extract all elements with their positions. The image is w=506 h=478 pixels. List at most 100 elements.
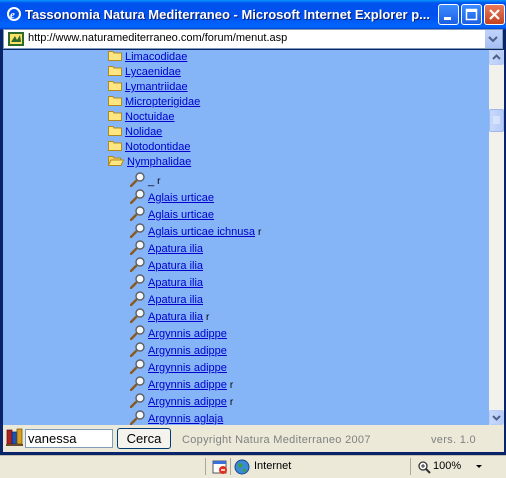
search-input[interactable] <box>25 429 113 448</box>
tree-species-link[interactable]: Aglais urticae <box>148 192 214 204</box>
minimize-icon <box>444 17 451 20</box>
close-icon <box>489 9 500 20</box>
tree-folder-item[interactable]: Nymphalidae <box>107 155 191 170</box>
magnifier-icon <box>129 325 146 341</box>
tree-species-item[interactable]: Argynnis adippe <box>129 325 227 342</box>
magnifier-icon <box>129 291 146 307</box>
magnifier-icon <box>129 359 146 375</box>
tree-species-link[interactable]: Argynnis adippe <box>148 328 227 340</box>
tree-species-item[interactable]: Aglais urticae ichnusa r <box>129 223 261 240</box>
zoom-icon[interactable] <box>417 460 431 474</box>
grip-icon <box>493 116 500 124</box>
tree-species-item[interactable]: Apatura ilia <box>129 274 203 291</box>
status-divider <box>410 458 411 475</box>
address-dropdown-button[interactable] <box>484 30 502 48</box>
chevron-down-icon <box>492 415 501 421</box>
window-title: Tassonomia Natura Mediterraneo - Microso… <box>25 7 430 22</box>
tree-species-link[interactable]: Aglais urticae ichnusa <box>148 226 255 238</box>
tree-species-link[interactable]: Argynnis adippe <box>148 345 227 357</box>
status-divider <box>230 458 231 475</box>
magnifier-icon <box>129 189 146 205</box>
magnifier-icon <box>129 172 146 188</box>
search-button[interactable]: Cerca <box>117 428 171 449</box>
internet-explorer-icon: e <box>7 7 21 21</box>
tree-folder-link[interactable]: Limacodidae <box>125 51 187 63</box>
tree-species-item[interactable]: Argynnis adippe <box>129 359 227 376</box>
address-url: http://www.naturamediterraneo.com/forum/… <box>28 32 288 44</box>
globe-icon <box>234 459 250 475</box>
tree-folder-item[interactable]: Lycaenidae <box>108 65 181 80</box>
tree-folder-item[interactable]: Nolidae <box>108 125 162 140</box>
tree-species-link[interactable]: Argynnis aglaja <box>148 413 223 425</box>
tree-folder-link[interactable]: Notodontidae <box>125 141 190 153</box>
tree-species-item[interactable]: Argynnis adippe r <box>129 393 234 410</box>
tree-folder-item[interactable]: Lymantriidae <box>108 80 188 95</box>
tree-species-item[interactable]: Argynnis adippe <box>129 342 227 359</box>
tree-species-link[interactable]: Argynnis adippe <box>148 379 227 391</box>
tree-species-item[interactable]: Apatura ilia <box>129 291 203 308</box>
tree-species-link[interactable]: Apatura ilia <box>148 311 203 323</box>
folder-icon <box>108 65 122 76</box>
magnifier-icon <box>129 274 146 290</box>
folder-icon <box>108 125 122 136</box>
tree-species-item[interactable]: _ r <box>129 172 161 189</box>
tree-species-link[interactable]: Apatura ilia <box>148 243 203 255</box>
folder-icon <box>108 140 122 151</box>
magnifier-icon <box>129 240 146 256</box>
chevron-up-icon <box>492 54 501 60</box>
close-button[interactable] <box>484 4 505 25</box>
tree-folder-item[interactable]: Micropterigidae <box>108 95 200 110</box>
tree-species-link[interactable]: Argynnis adippe <box>148 362 227 374</box>
tree-folder-link[interactable]: Noctuidae <box>125 111 175 123</box>
books-icon <box>6 428 23 446</box>
tree-species-item[interactable]: Aglais urticae <box>129 206 214 223</box>
minimize-button[interactable] <box>438 4 459 25</box>
magnifier-icon <box>129 342 146 358</box>
tree-folder-item[interactable]: Limacodidae <box>108 50 187 65</box>
tree-folder-item[interactable]: Notodontidae <box>108 140 190 155</box>
tree-species-item[interactable]: Argynnis adippe r <box>129 376 233 393</box>
species-flag: r <box>157 176 161 187</box>
address-bar[interactable]: http://www.naturamediterraneo.com/forum/… <box>3 29 503 49</box>
tree-folder-item[interactable]: Noctuidae <box>108 110 175 125</box>
folder-icon <box>108 95 122 106</box>
scroll-thumb[interactable] <box>489 109 504 132</box>
title-bar[interactable]: e Tassonomia Natura Mediterraneo - Micro… <box>0 0 506 30</box>
status-bar: Internet 100% <box>0 455 506 478</box>
chevron-down-icon[interactable] <box>474 462 484 472</box>
tree-species-item[interactable]: Argynnis aglaja <box>129 410 223 425</box>
tree-folder-link[interactable]: Lycaenidae <box>125 66 181 78</box>
version-text: vers. 1.0 <box>431 434 476 446</box>
magnifier-icon <box>129 376 146 392</box>
tree-folder-link[interactable]: Nolidae <box>125 126 162 138</box>
tree-folder-link[interactable]: Lymantriidae <box>125 81 188 93</box>
maximize-icon <box>465 8 478 21</box>
tree-folder-link[interactable]: Micropterigidae <box>125 96 200 108</box>
magnifier-icon <box>129 206 146 222</box>
tree-species-item[interactable]: Apatura ilia <box>129 240 203 257</box>
tree-species-link[interactable]: Aglais urticae <box>148 209 214 221</box>
scroll-down-button[interactable] <box>489 410 504 425</box>
folder-icon <box>108 110 122 121</box>
tree-species-item[interactable]: Apatura ilia r <box>129 308 209 325</box>
tree-species-link[interactable]: Argynnis adippe <box>148 396 227 408</box>
security-zone-label: Internet <box>254 460 292 472</box>
popup-blocked-icon <box>212 460 227 474</box>
scroll-up-button[interactable] <box>489 50 504 65</box>
tree-species-item[interactable]: Apatura ilia <box>129 257 203 274</box>
magnifier-icon <box>129 308 146 324</box>
species-flag: r <box>229 397 234 408</box>
magnifier-icon <box>129 257 146 273</box>
search-bar: Cerca Copyright Natura Mediterraneo 2007… <box>3 425 504 452</box>
tree-species-item[interactable]: Aglais urticae <box>129 189 214 206</box>
tree-species-link[interactable]: Apatura ilia <box>148 277 203 289</box>
folder-icon <box>108 80 122 91</box>
tree-species-link[interactable]: Apatura ilia <box>148 260 203 272</box>
taxonomy-tree: Limacodidae Lycaenidae Lymantriidae Micropt… <box>3 50 489 425</box>
tree-species-link: _ <box>148 175 155 187</box>
maximize-button[interactable] <box>461 4 482 25</box>
zoom-level[interactable]: 100% <box>433 460 461 472</box>
vertical-scrollbar[interactable] <box>489 50 504 425</box>
tree-species-link[interactable]: Apatura ilia <box>148 294 203 306</box>
tree-folder-link[interactable]: Nymphalidae <box>127 156 191 168</box>
